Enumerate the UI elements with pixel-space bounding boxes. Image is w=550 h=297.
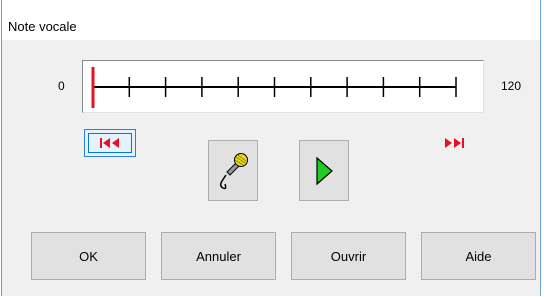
note-vocale-dialog: Note vocale 0 120 OK Annuler Ouvrir Aide [1, 0, 541, 296]
skip-to-end-button[interactable] [428, 129, 480, 157]
title-bar: Note vocale [2, 0, 540, 40]
cancel-button[interactable]: Annuler [161, 232, 276, 280]
record-button[interactable] [208, 140, 258, 201]
skip-to-start-icon [100, 138, 119, 148]
slider-min-label: 0 [58, 79, 65, 93]
ok-button[interactable]: OK [31, 232, 146, 280]
slider-max-label: 120 [501, 79, 522, 93]
position-slider[interactable] [82, 60, 484, 113]
play-button[interactable] [299, 140, 349, 201]
slider-position-marker[interactable] [91, 67, 95, 108]
skip-to-end-icon [445, 138, 464, 148]
play-icon [316, 156, 333, 185]
slider-track-svg [91, 67, 457, 108]
window-title: Note vocale [8, 19, 77, 34]
help-button[interactable]: Aide [421, 232, 536, 280]
microphone-icon [219, 152, 248, 189]
focus-rect [88, 133, 132, 153]
skip-to-start-button[interactable] [84, 129, 136, 157]
open-button[interactable]: Ouvrir [291, 232, 406, 280]
